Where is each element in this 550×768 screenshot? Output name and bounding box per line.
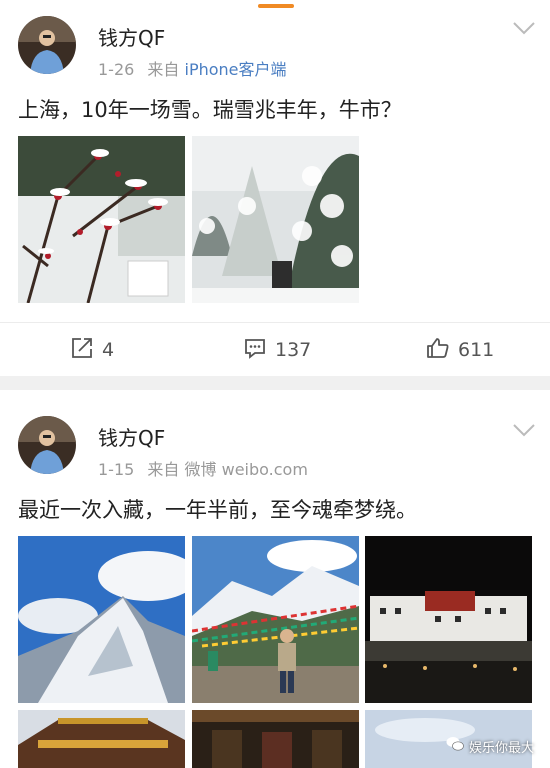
snowy-garden-photo[interactable] xyxy=(192,136,359,303)
post-meta: 1-15 来自 微博 weibo.com xyxy=(98,456,308,480)
snow-plum-blossom-photo[interactable] xyxy=(18,136,185,303)
chevron-down-icon[interactable] xyxy=(512,422,536,442)
weibo-post-1: 钱方QF 1-26 来自 iPhone客户端 上海，10年一场雪。瑞雪兆丰年，牛… xyxy=(0,12,550,376)
post-date: 1-26 xyxy=(98,60,135,79)
like-count: 611 xyxy=(458,339,495,361)
avatar[interactable] xyxy=(18,16,76,74)
snow-mountain-photo[interactable] xyxy=(18,536,185,703)
repost-count: 4 xyxy=(102,339,115,361)
watermark: 娱乐你最大 xyxy=(446,736,534,756)
username[interactable]: 钱方QF xyxy=(98,22,165,51)
temple-roof-photo[interactable] xyxy=(18,710,185,768)
thumbs-up-icon xyxy=(426,336,450,365)
avatar[interactable] xyxy=(18,416,76,474)
source-prefix: 来自 xyxy=(147,60,180,79)
post-action-bar: 4 137 611 xyxy=(0,322,550,377)
like-button[interactable]: 611 xyxy=(426,337,494,363)
source-link[interactable]: iPhone客户端 xyxy=(185,60,287,79)
post-date: 1-15 xyxy=(98,460,135,479)
watermark-text: 娱乐你最大 xyxy=(468,740,534,756)
comment-button[interactable]: 137 xyxy=(243,337,311,363)
source-prefix: 来自 xyxy=(147,460,180,479)
chevron-down-icon[interactable] xyxy=(512,20,536,40)
top-bar xyxy=(0,0,550,12)
username[interactable]: 钱方QF xyxy=(98,422,165,451)
post-meta: 1-26 来自 iPhone客户端 xyxy=(98,56,287,80)
post-text: 上海，10年一场雪。瑞雪兆丰年，牛市？ xyxy=(18,98,402,122)
comment-count: 137 xyxy=(275,339,312,361)
repost-icon xyxy=(70,336,94,365)
post-separator xyxy=(0,376,550,390)
drag-handle[interactable] xyxy=(258,4,294,8)
comment-icon xyxy=(243,336,267,365)
post-text: 最近一次入藏，一年半前，至今魂牵梦绕。 xyxy=(18,498,417,522)
repost-button[interactable]: 4 xyxy=(70,337,114,363)
wechat-icon xyxy=(446,736,464,756)
weibo-post-2: 钱方QF 1-15 来自 微博 weibo.com 最近一次入藏，一年半前，至今… xyxy=(0,390,550,768)
potala-palace-night-photo[interactable] xyxy=(365,536,532,703)
man-with-prayer-flags-photo[interactable] xyxy=(192,536,359,703)
source-link[interactable]: 微博 weibo.com xyxy=(185,460,308,479)
temple-interior-photo[interactable] xyxy=(192,710,359,768)
